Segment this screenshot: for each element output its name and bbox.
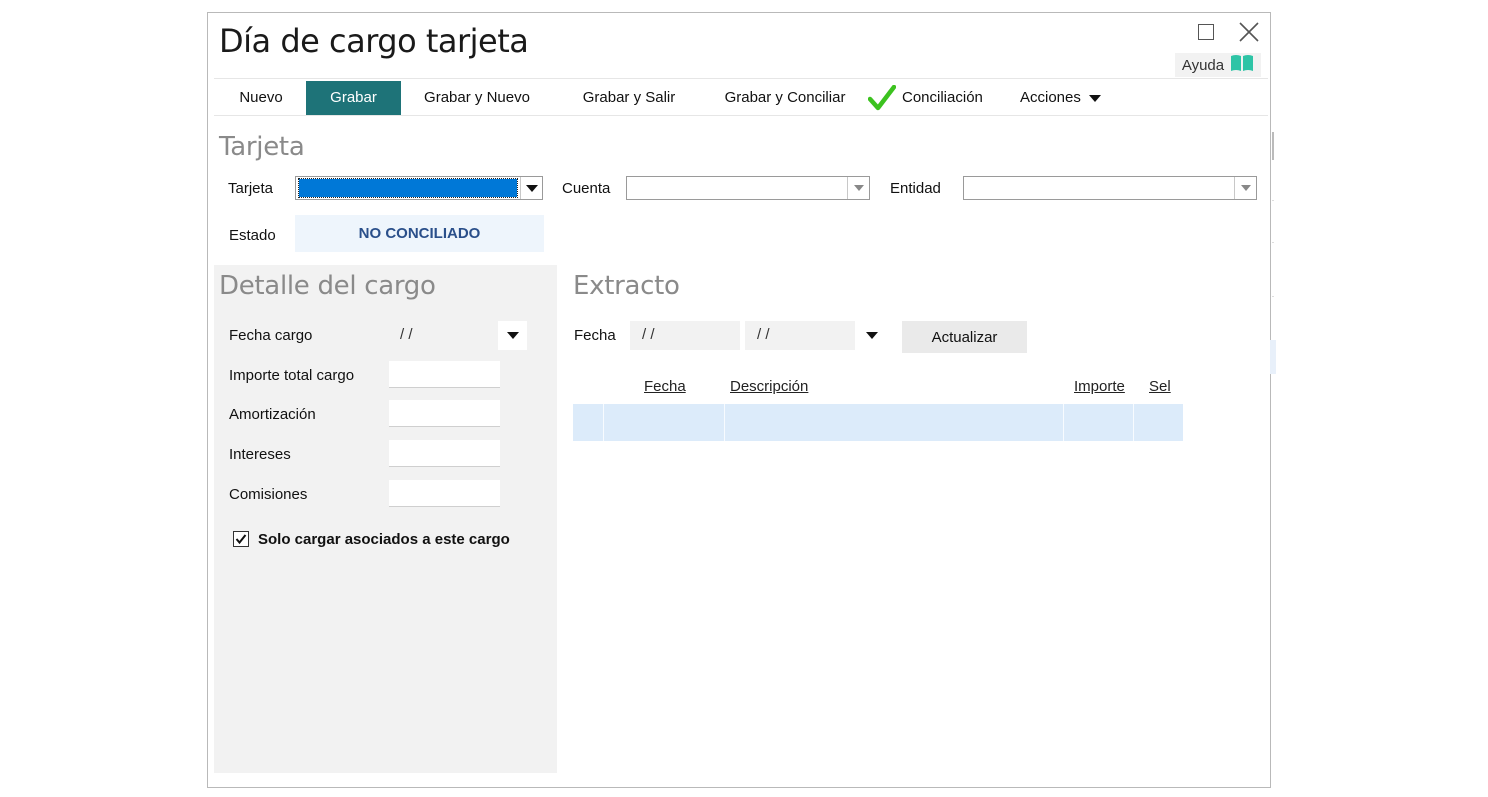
- cuenta-label: Cuenta: [562, 180, 611, 197]
- tarjeta-combo[interactable]: [295, 176, 543, 200]
- actualizar-button[interactable]: Actualizar: [902, 321, 1027, 353]
- checkmark-icon: [235, 534, 247, 545]
- window-title: Día de cargo tarjeta: [219, 22, 529, 60]
- close-icon[interactable]: [1238, 21, 1260, 43]
- maximize-icon[interactable]: [1198, 24, 1214, 40]
- grabar-y-conciliar-button[interactable]: Grabar y Conciliar: [714, 81, 856, 115]
- checkmark-icon: [868, 85, 896, 111]
- background-window-edge: [1272, 200, 1274, 201]
- grabar-y-salir-button[interactable]: Grabar y Salir: [574, 81, 684, 115]
- column-header-fecha[interactable]: Fecha: [644, 378, 686, 395]
- acciones-menu[interactable]: Acciones: [1020, 81, 1110, 115]
- background-window-edge: [1270, 340, 1276, 374]
- intereses-input[interactable]: [389, 440, 500, 467]
- book-icon: [1230, 54, 1254, 76]
- fecha-hasta-input[interactable]: / /: [745, 321, 855, 350]
- nuevo-button[interactable]: Nuevo: [230, 81, 292, 115]
- intereses-label: Intereses: [229, 446, 291, 463]
- help-label: Ayuda: [1181, 56, 1225, 74]
- solo-cargar-checkbox[interactable]: [233, 531, 249, 547]
- amortizacion-input[interactable]: [389, 400, 500, 427]
- amortizacion-label: Amortización: [229, 406, 316, 423]
- acciones-label: Acciones: [1020, 89, 1081, 106]
- entidad-combo[interactable]: [963, 176, 1257, 200]
- fecha-hasta-dropdown[interactable]: [860, 321, 884, 350]
- toolbar: Nuevo Grabar Grabar y Nuevo Grabar y Sal…: [214, 78, 1268, 116]
- fecha-cargo-input[interactable]: / /: [388, 321, 498, 350]
- estado-label: Estado: [229, 227, 276, 244]
- chevron-down-icon[interactable]: [520, 177, 542, 199]
- tarjeta-selected-value: [298, 178, 518, 198]
- importe-total-label: Importe total cargo: [229, 367, 355, 384]
- conciliacion-label: Conciliación: [902, 89, 983, 106]
- fecha-cargo-label: Fecha cargo: [229, 327, 313, 344]
- entidad-label: Entidad: [890, 180, 941, 197]
- comisiones-input[interactable]: [389, 480, 500, 507]
- background-window-edge: [1272, 132, 1274, 160]
- extracto-fecha-label: Fecha: [574, 327, 616, 344]
- comisiones-label: Comisiones: [229, 486, 308, 503]
- fecha-desde-input[interactable]: / /: [630, 321, 740, 350]
- tarjeta-section-title: Tarjeta: [219, 132, 305, 162]
- importe-total-input[interactable]: [389, 361, 500, 388]
- column-header-descripcion[interactable]: Descripción: [730, 378, 808, 395]
- cuenta-combo[interactable]: [626, 176, 870, 200]
- column-header-importe[interactable]: Importe: [1074, 378, 1125, 395]
- caret-down-icon: [506, 332, 519, 339]
- caret-down-icon: [866, 332, 878, 339]
- conciliacion-button[interactable]: Conciliación: [868, 81, 994, 115]
- background-window-edge: [1272, 296, 1274, 297]
- chevron-down-icon[interactable]: [1234, 177, 1256, 199]
- fecha-cargo-dropdown[interactable]: [498, 321, 527, 350]
- help-button[interactable]: Ayuda: [1175, 53, 1261, 77]
- grabar-y-nuevo-button[interactable]: Grabar y Nuevo: [414, 81, 540, 115]
- detalle-section-title: Detalle del cargo: [219, 271, 436, 301]
- tarjeta-label: Tarjeta: [228, 180, 274, 197]
- background-window-edge: [1272, 242, 1274, 243]
- extracto-section-title: Extracto: [573, 271, 680, 301]
- chevron-down-icon[interactable]: [847, 177, 869, 199]
- column-header-sel[interactable]: Sel: [1149, 378, 1171, 395]
- estado-badge: NO CONCILIADO: [295, 215, 544, 252]
- solo-cargar-label: Solo cargar asociados a este cargo: [258, 531, 510, 548]
- table-row[interactable]: [573, 404, 1183, 441]
- caret-down-icon: [1088, 94, 1101, 102]
- grabar-button[interactable]: Grabar: [306, 81, 401, 115]
